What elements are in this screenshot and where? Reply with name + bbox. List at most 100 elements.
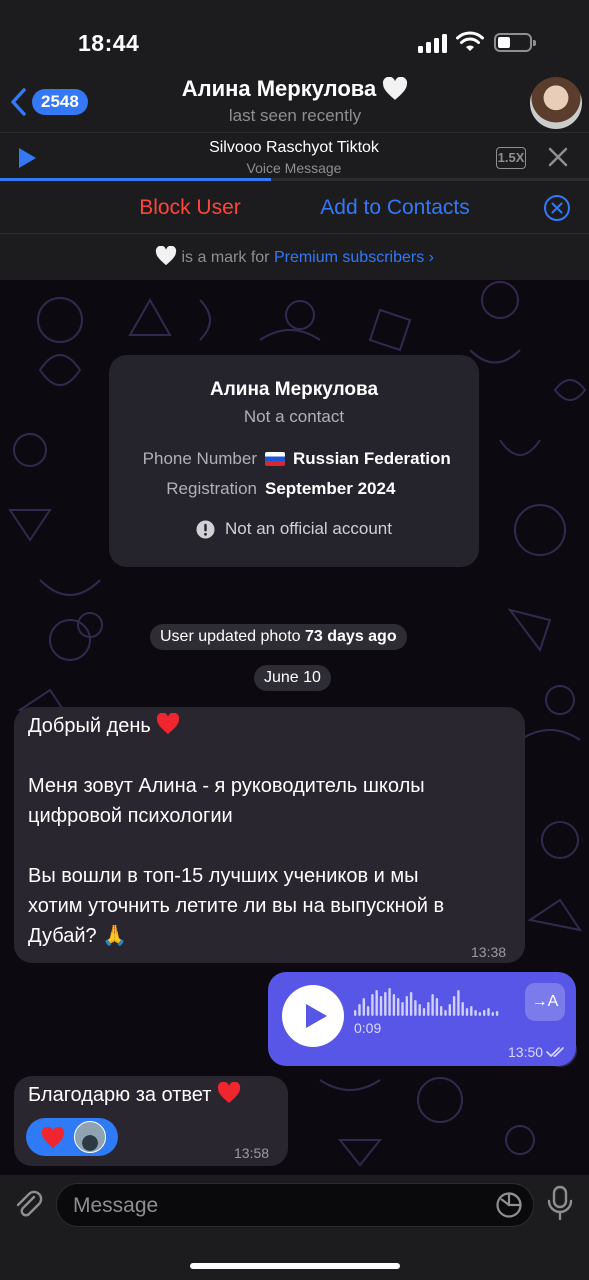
exclamation-icon xyxy=(196,519,215,539)
chat-area[interactable]: Алина Меркулова Not a contact Phone Numb… xyxy=(0,280,589,1175)
white-heart-icon xyxy=(155,245,177,266)
cellular-signal-icon xyxy=(418,33,448,53)
message-input-bar xyxy=(0,1175,589,1280)
message-line: Дубай? 🙏 xyxy=(28,921,511,951)
waveform-bar xyxy=(422,1008,426,1016)
service-photo-text: User updated photo xyxy=(160,628,301,645)
sticker-icon[interactable] xyxy=(495,1191,523,1219)
message-bubble-incoming[interactable]: Благодарю за ответ 13:58 xyxy=(14,1076,288,1166)
voice-duration: 0:09 xyxy=(354,1020,382,1036)
waveform-bar xyxy=(405,996,408,1016)
message-input[interactable] xyxy=(73,1192,473,1220)
contact-name: Алина Меркулова xyxy=(181,76,377,101)
message-bubble-incoming[interactable]: Добрый день Меня зовут Алина - я руковод… xyxy=(14,707,525,963)
waveform-bar xyxy=(431,994,434,1016)
double-check-icon xyxy=(546,1047,564,1058)
waveform-bar xyxy=(375,990,378,1016)
date-separator: June 10 xyxy=(254,665,331,691)
white-heart-icon xyxy=(383,77,408,100)
chat-header: 2548 Алина Меркулова last seen recently xyxy=(0,72,589,132)
player-progress-fill xyxy=(0,178,271,181)
play-icon xyxy=(306,1004,327,1028)
waveform-bar xyxy=(362,998,365,1016)
date-label: June 10 xyxy=(264,669,321,686)
microphone-icon[interactable] xyxy=(545,1185,575,1221)
back-button[interactable]: 2548 xyxy=(8,84,98,120)
message-field[interactable] xyxy=(56,1183,534,1227)
info-card-name: Алина Меркулова xyxy=(209,379,379,400)
message-bubble-outgoing-voice[interactable]: 0:09 →A 13:50 xyxy=(268,972,576,1066)
phone-country: Russian Federation xyxy=(293,449,451,468)
waveform-bar xyxy=(392,994,396,1016)
waveform-bar xyxy=(427,1002,430,1016)
info-card-status: Not a contact xyxy=(243,407,345,426)
chevron-left-icon xyxy=(11,88,26,116)
waveform-bar xyxy=(474,1010,477,1016)
premium-text: is a mark for xyxy=(181,249,270,266)
waveform-bar xyxy=(452,996,456,1016)
waveform-bar xyxy=(435,998,439,1016)
contact-info-card: Алина Меркулова Not a contact Phone Numb… xyxy=(109,355,479,567)
praying-hands-icon: 🙏 xyxy=(102,925,128,947)
transcribe-button[interactable]: →A xyxy=(525,983,565,1021)
top-chrome: 18:44 2548 Алина Меркулова last seen rec… xyxy=(0,0,589,280)
voice-waveform[interactable] xyxy=(354,988,504,1018)
message-line: Добрый день xyxy=(28,711,511,741)
waveform-bar xyxy=(366,1006,370,1016)
message-text: цифровой психологии xyxy=(28,805,233,827)
waveform-bar xyxy=(444,1010,447,1016)
player-title[interactable]: Silvooo Raschyot Tiktok xyxy=(150,139,438,157)
player-subtitle: Voice Message xyxy=(246,160,342,176)
red-heart-icon xyxy=(217,1082,241,1103)
waveform-bar xyxy=(483,1010,486,1016)
status-bar: 18:44 xyxy=(0,0,589,80)
close-icon[interactable] xyxy=(547,146,569,168)
waveform-bar xyxy=(487,1008,490,1016)
block-user-button[interactable]: Block User xyxy=(120,196,260,220)
waveform-bar xyxy=(470,1006,473,1016)
voice-play-button[interactable] xyxy=(282,985,344,1047)
premium-link[interactable]: Premium subscribers › xyxy=(274,249,434,266)
battery-icon xyxy=(494,33,536,52)
reactor-avatar xyxy=(74,1121,106,1153)
waveform-bar xyxy=(358,1004,361,1016)
message-time-outgoing: 13:50 xyxy=(508,1044,566,1060)
waveform-bar xyxy=(414,1000,417,1016)
player-progress[interactable] xyxy=(0,178,589,181)
service-photo-when: 73 days ago xyxy=(305,628,397,645)
waveform-bar xyxy=(478,1012,482,1016)
message-text: Вы вошли в топ-15 лучших учеников и мы xyxy=(28,865,419,887)
waveform-bar xyxy=(384,992,387,1016)
last-seen: last seen recently xyxy=(228,106,362,125)
waveform-bar xyxy=(418,1004,421,1016)
service-message-photo: User updated photo 73 days ago xyxy=(150,624,407,650)
waveform-bar xyxy=(440,1006,443,1016)
message-time: 13:38 xyxy=(471,944,507,960)
action-bar: Block User Add to Contacts xyxy=(0,182,589,234)
official-note-text: Not an official account xyxy=(225,519,392,538)
chat-title: Алина Меркулова xyxy=(182,76,409,102)
red-heart-icon xyxy=(157,713,180,734)
waveform-bar xyxy=(388,988,391,1016)
premium-link-label: Premium subscribers xyxy=(273,249,425,266)
add-to-contacts-button[interactable]: Add to Contacts xyxy=(300,196,490,220)
message-text: Добрый день xyxy=(28,715,151,737)
paperclip-icon[interactable] xyxy=(12,1187,44,1219)
avatar[interactable] xyxy=(530,77,582,129)
official-note: Not an official account xyxy=(109,519,479,539)
wifi-icon xyxy=(456,31,484,51)
waveform-bar xyxy=(371,994,374,1016)
close-circle-icon[interactable] xyxy=(543,194,571,222)
message-text: хотим уточнить летите ли вы на выпускной… xyxy=(28,895,445,917)
russia-flag-icon xyxy=(265,452,285,466)
waveform-bar xyxy=(495,1011,499,1016)
playback-speed-button[interactable]: 1.5X xyxy=(496,147,526,169)
play-icon[interactable] xyxy=(16,147,38,169)
chat-title-area[interactable]: Алина Меркулова last seen recently xyxy=(120,76,470,126)
waveform-bar xyxy=(491,1012,494,1016)
reaction-chip[interactable] xyxy=(26,1118,118,1156)
chevron-right-icon: › xyxy=(428,249,434,266)
phone-value: Russian Federation xyxy=(265,449,451,469)
message-text: Меня зовут Алина - я руководитель школы xyxy=(28,775,425,797)
audio-player-bar: Silvooo Raschyot Tiktok Voice Message 1.… xyxy=(0,132,589,182)
